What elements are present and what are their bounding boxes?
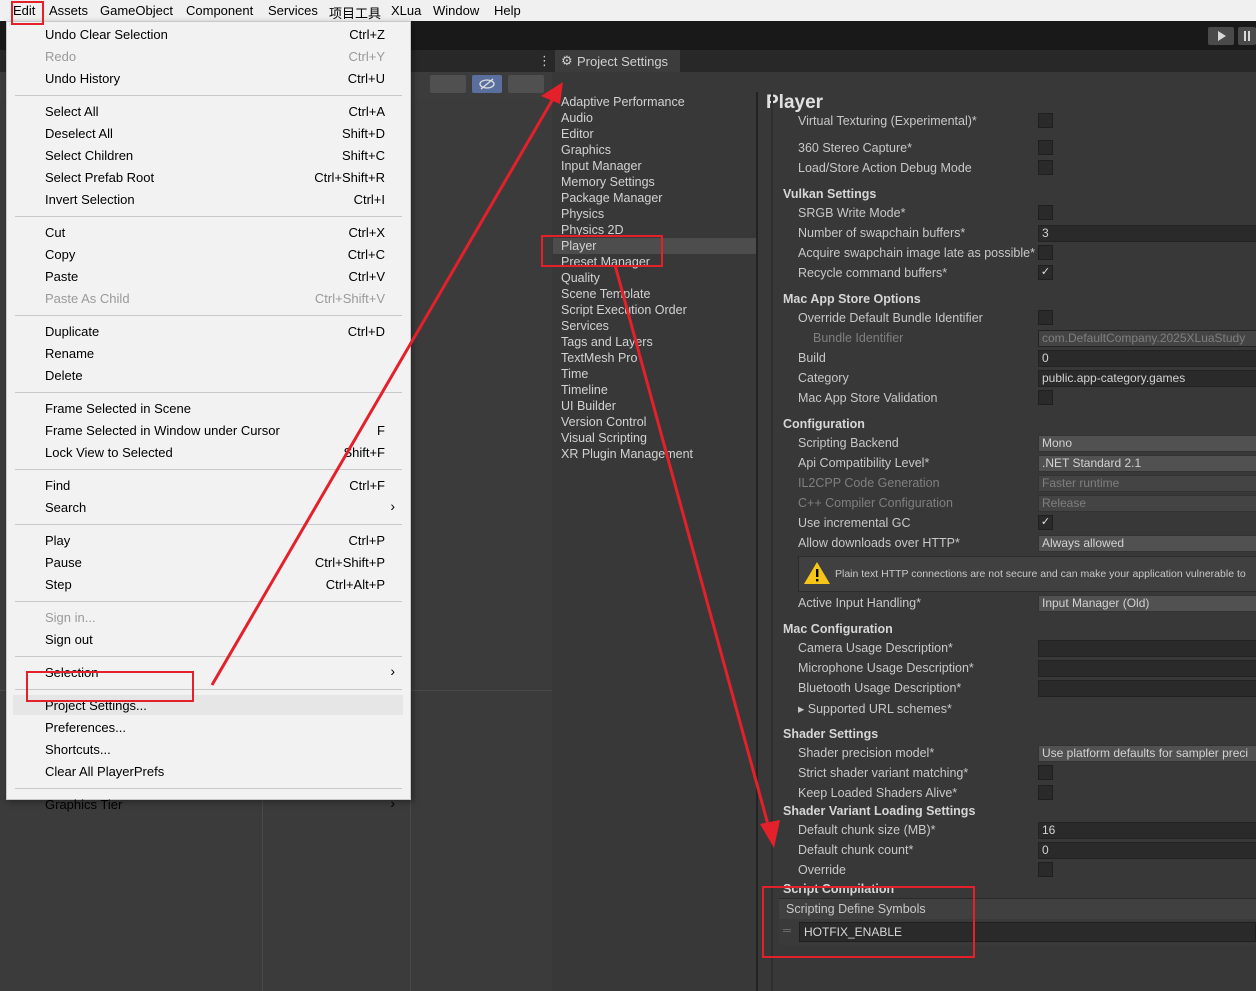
arrowhead-icon [760, 820, 780, 848]
annotation-arrows [210, 82, 780, 848]
arrow-to-define-symbols [613, 264, 772, 833]
arrow-to-project-settings [210, 91, 559, 686]
